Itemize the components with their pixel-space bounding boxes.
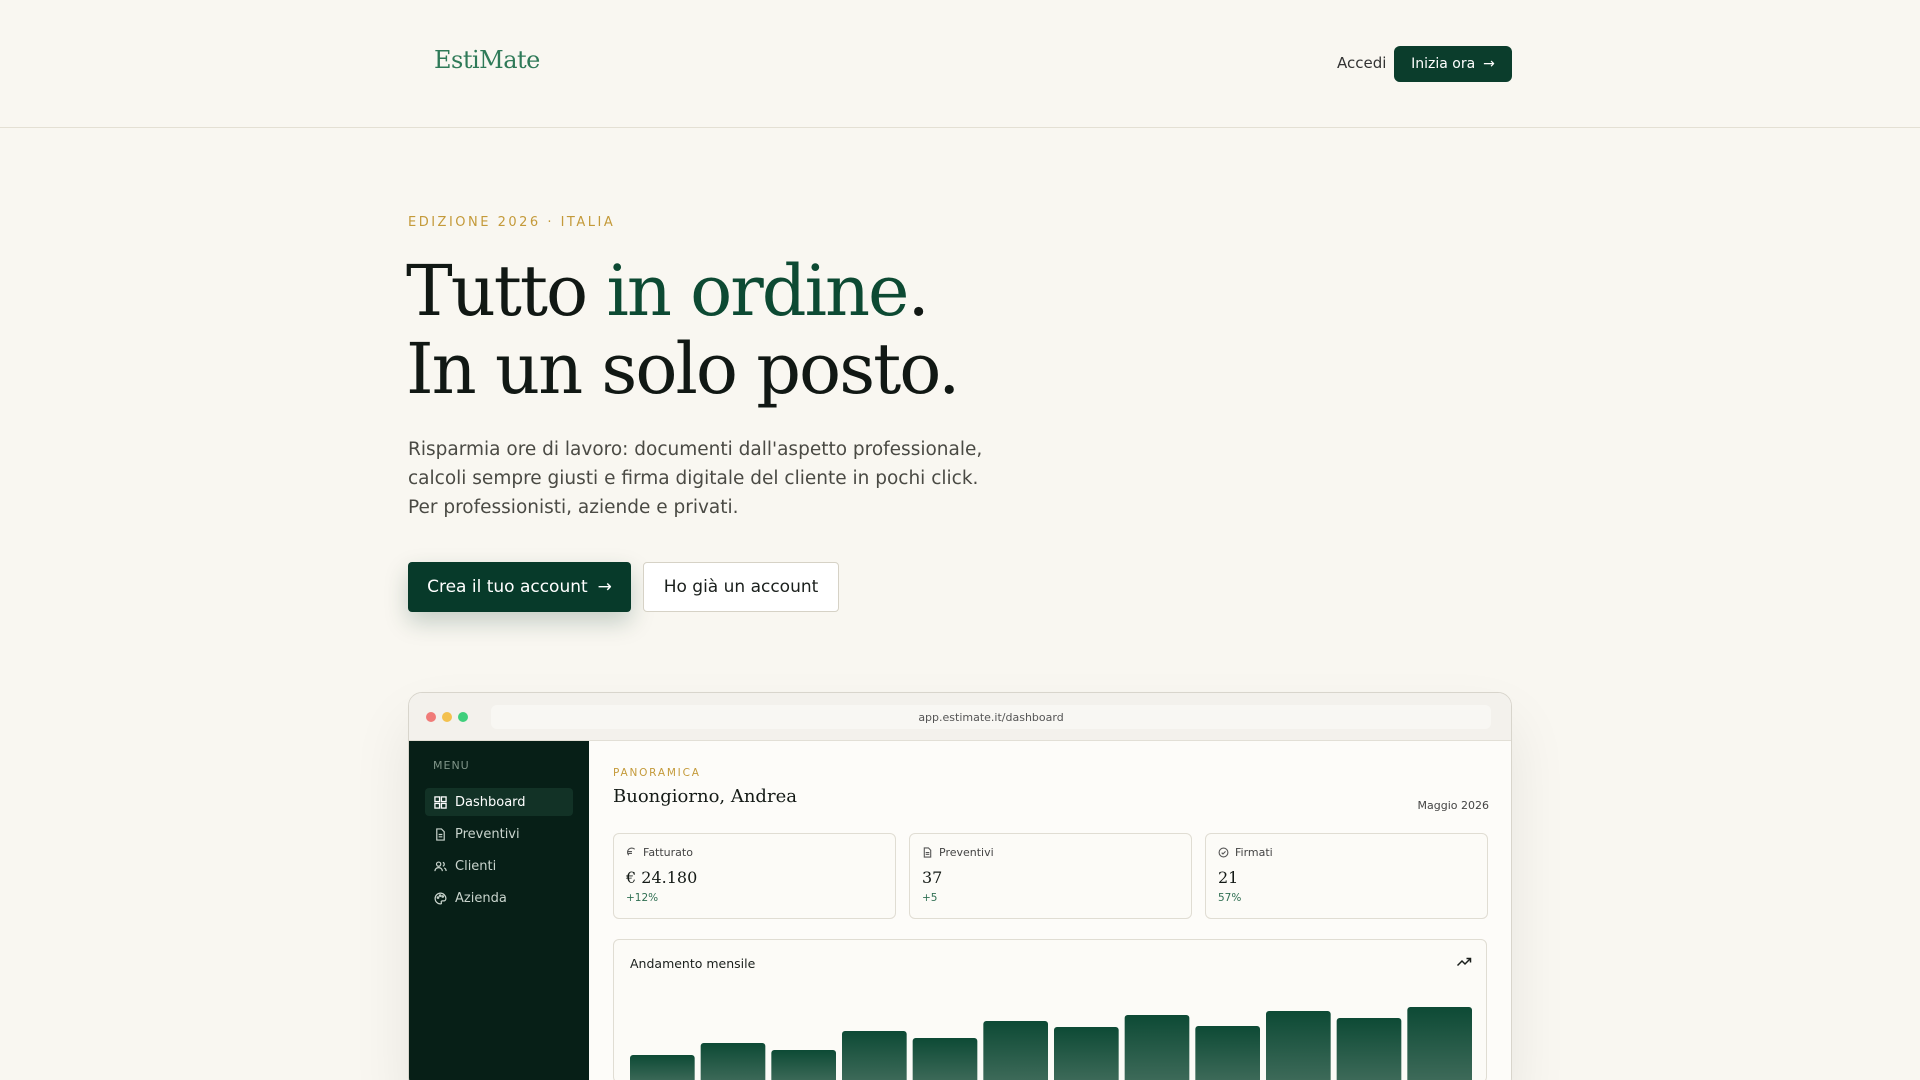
palette-icon [434, 892, 447, 904]
existing-account-button[interactable]: Ho già un account [643, 562, 839, 612]
greeting-title: Buongiorno, Andrea [613, 786, 797, 807]
hero-title-part2: . [907, 250, 929, 332]
start-now-label: Inizia ora [1411, 56, 1476, 72]
document-icon [436, 827, 445, 841]
stat-card-title: Preventivi [922, 846, 994, 859]
monthly-trend-chart-card: Andamento mensile [613, 939, 1487, 1080]
chart-bar [1054, 1027, 1119, 1080]
stat-card-delta: +12% [626, 892, 659, 904]
hero-title-part1: Tutto [406, 250, 607, 332]
section-eyebrow: PANORAMICA [613, 767, 701, 779]
sidebar-item-label: Azienda [455, 890, 507, 906]
hero-title: Tutto in ordine. In un solo posto. [406, 250, 960, 410]
stat-card-value: 37 [922, 868, 943, 887]
stat-card-fatturato[interactable]: Fatturato € 24.180 +12% [613, 833, 896, 919]
app-preview-window: app.estimate.it/dashboard MENU Dashboard… [408, 692, 1512, 1080]
bar-chart [630, 1007, 1472, 1080]
chart-title: Andamento mensile [630, 956, 756, 971]
grid-icon [434, 795, 447, 809]
sidebar-item-label: Clienti [455, 858, 497, 874]
window-minimize-dot [442, 712, 452, 722]
stat-card-title: Firmati [1218, 846, 1273, 859]
hero-subtitle: Risparmia ore di lavoro: documenti dall'… [408, 435, 1008, 522]
arrow-right-icon: → [597, 577, 612, 597]
app-sidebar: MENU Dashboard Preventivi Clienti Aziend… [409, 741, 589, 1080]
stat-card-label: Preventivi [939, 846, 994, 859]
login-link[interactable]: Accedi [1337, 54, 1386, 72]
stat-card-delta: 57% [1218, 892, 1242, 904]
chart-bar [983, 1021, 1048, 1080]
stat-card-label: Fatturato [643, 846, 693, 859]
stat-card-delta: +5 [922, 892, 938, 904]
sidebar-item-label: Dashboard [455, 794, 526, 810]
sidebar-item-dashboard[interactable]: Dashboard [425, 788, 573, 816]
hero-subtitle-line: calcoli sempre giusti e firma digitale d… [408, 468, 979, 489]
hero-eyebrow: EDIZIONE 2026 · ITALIA [408, 215, 616, 230]
hero-subtitle-line: Risparmia ore di lavoro: documenti dall'… [408, 439, 983, 460]
chart-bar [630, 1055, 695, 1080]
sidebar-item-clienti[interactable]: Clienti [425, 852, 573, 880]
sidebar-item-preventivi[interactable]: Preventivi [425, 820, 573, 848]
hero-subtitle-line: Per professionisti, aziende e privati. [408, 497, 739, 518]
stat-card-firmati[interactable]: Firmati 21 57% [1205, 833, 1488, 919]
chart-bar [1407, 1007, 1472, 1080]
users-icon [434, 860, 447, 871]
sidebar-item-label: Preventivi [455, 826, 520, 842]
window-close-dot [426, 712, 436, 722]
logo[interactable]: EstiMate [434, 46, 540, 74]
stat-card-title: Fatturato [626, 846, 693, 859]
chart-bar [1124, 1015, 1190, 1080]
chart-bar [842, 1031, 907, 1080]
top-navigation-bar: EstiMate Accedi Inizia ora → [0, 0, 1920, 128]
create-account-button[interactable]: Crea il tuo account → [408, 562, 631, 612]
arrow-right-icon: → [1483, 56, 1495, 72]
hero-title-accent: in ordine [606, 250, 909, 332]
dashboard-main: PANORAMICA Buongiorno, Andrea Maggio 202… [589, 741, 1511, 1080]
current-month: Maggio 2026 [1417, 799, 1489, 812]
check-circle-icon [1218, 847, 1229, 858]
stat-card-value: 21 [1218, 868, 1239, 887]
window-maximize-dot [458, 712, 468, 722]
sidebar-item-azienda[interactable]: Azienda [425, 884, 573, 912]
trending-up-icon[interactable] [1456, 954, 1472, 970]
document-icon [923, 847, 932, 858]
create-account-label: Crea il tuo account [427, 577, 588, 597]
chart-bar [912, 1038, 978, 1080]
start-now-button[interactable]: Inizia ora → [1394, 46, 1512, 82]
menu-label: MENU [433, 759, 470, 772]
euro-icon [626, 847, 636, 856]
chart-bar [700, 1043, 766, 1080]
stat-card-label: Firmati [1235, 846, 1273, 859]
chart-bar [1336, 1018, 1402, 1080]
hero-title-line2: In un solo posto. [406, 328, 960, 410]
chart-bar [771, 1050, 836, 1080]
window-chrome: app.estimate.it/dashboard [409, 693, 1511, 741]
stat-card-value: € 24.180 [626, 868, 698, 887]
chart-bar [1266, 1011, 1331, 1080]
stat-card-preventivi[interactable]: Preventivi 37 +5 [909, 833, 1192, 919]
chart-bar [1195, 1026, 1260, 1080]
url-bar: app.estimate.it/dashboard [491, 705, 1491, 729]
